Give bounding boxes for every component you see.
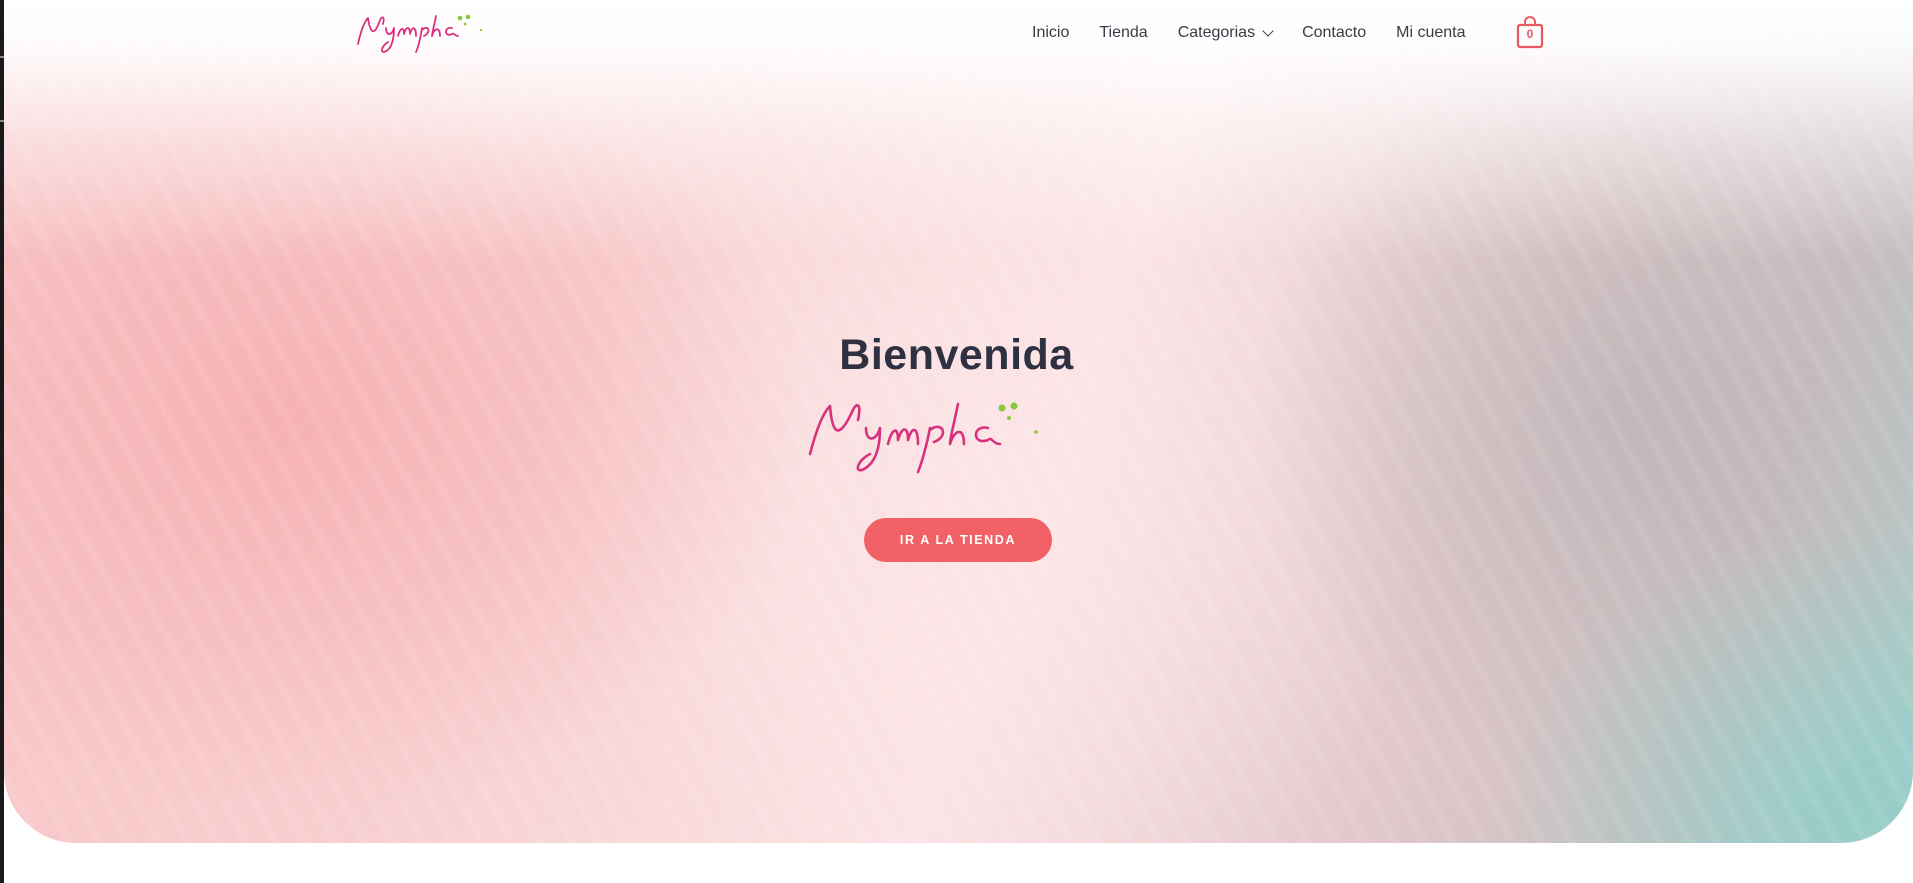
nav-item-label: Mi cuenta <box>1396 24 1466 41</box>
nav-item-label: Contacto <box>1302 24 1367 41</box>
nav-item-categorias[interactable]: Categorias <box>1177 22 1274 44</box>
site-header: Inicio Tienda Categorias Contacto Mi cue… <box>0 0 1913 66</box>
nav-item-mi-cuenta[interactable]: Mi cuenta <box>1396 22 1465 44</box>
cart-count-badge: 0 <box>1526 27 1534 41</box>
hero-title: Bienvenida <box>839 331 1074 379</box>
nav-item-label: Categorias <box>1177 24 1256 41</box>
chevron-down-icon <box>1262 24 1274 37</box>
nav-item-label: Inicio <box>1032 24 1070 41</box>
nav-item-contacto[interactable]: Contacto <box>1302 22 1366 44</box>
nav-item-label: Tienda <box>1099 24 1148 41</box>
cart-button[interactable]: 0 <box>1516 15 1544 49</box>
site-logo[interactable] <box>352 6 522 56</box>
nympha-logo-icon <box>357 14 483 53</box>
page: Inicio Tienda Categorias Contacto Mi cue… <box>0 0 1913 883</box>
nav-item-inicio[interactable]: Inicio <box>1032 22 1069 44</box>
main-nav: Inicio Tienda Categorias Contacto Mi cue… <box>1032 22 1495 44</box>
shop-cta-button[interactable]: IR A LA TIENDA <box>864 518 1052 562</box>
nympha-logo-icon <box>808 402 1038 474</box>
hero-brand-logo <box>800 388 1120 478</box>
nav-item-tienda[interactable]: Tienda <box>1099 22 1147 44</box>
